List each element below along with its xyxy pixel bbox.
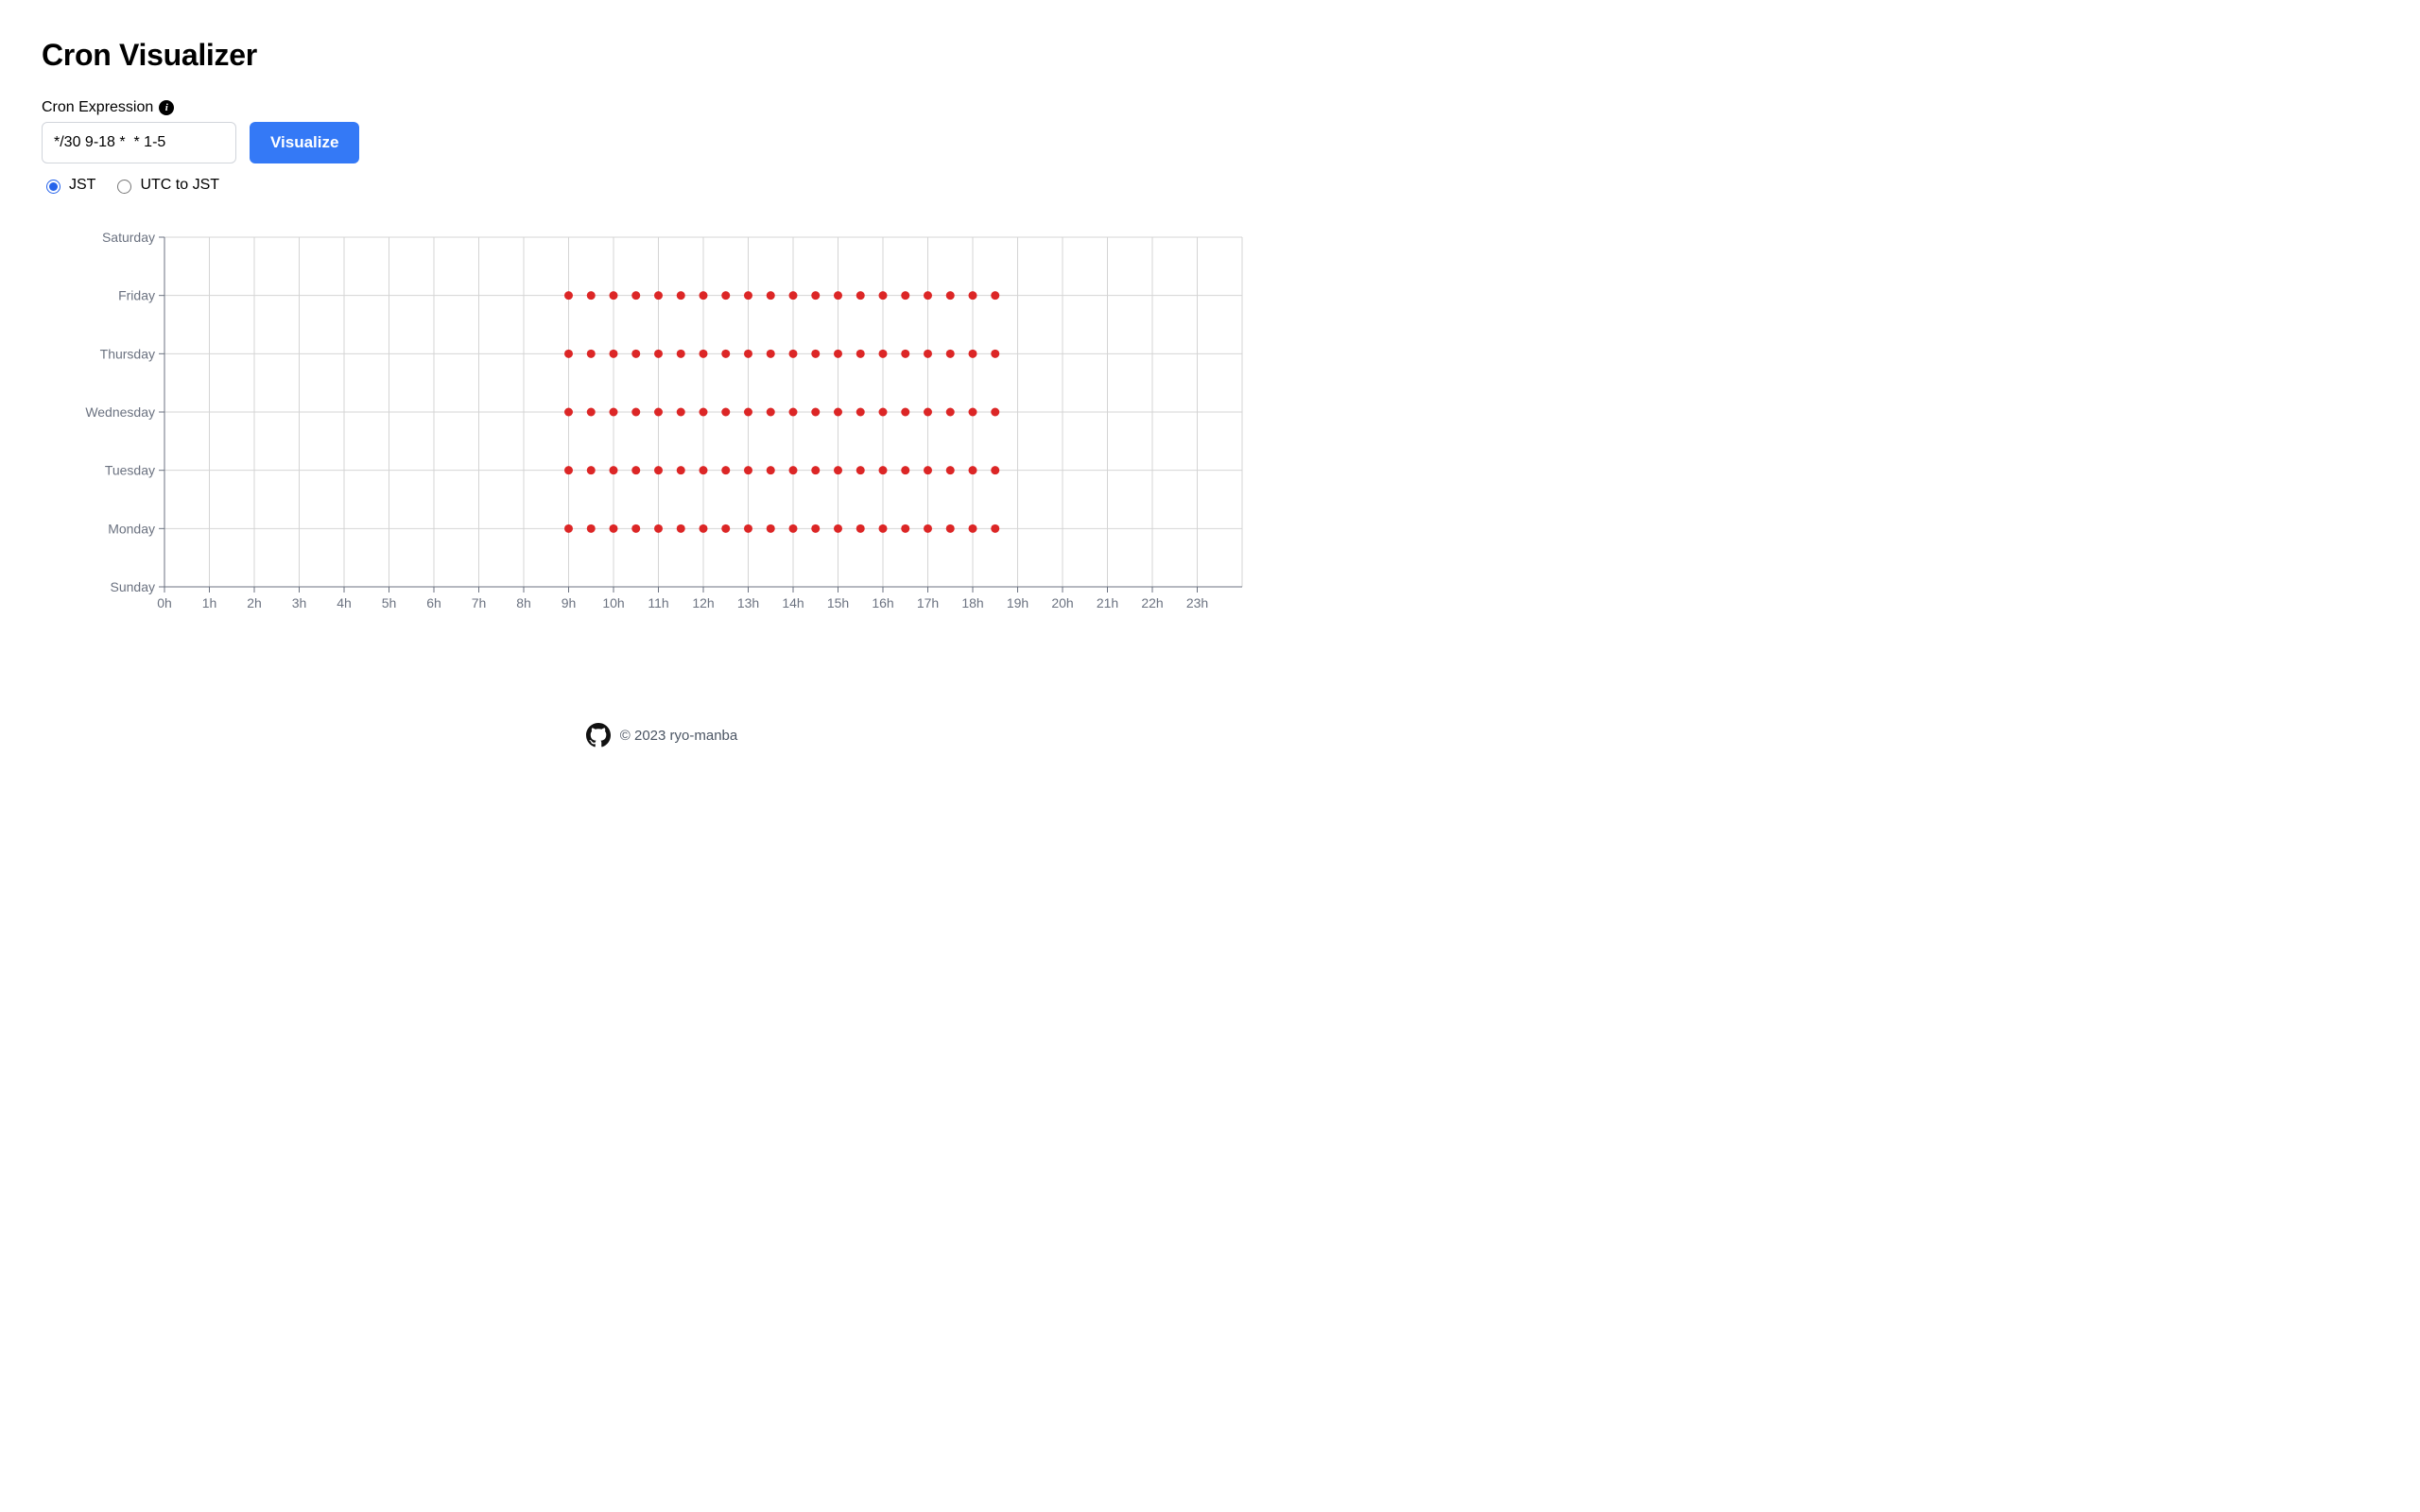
svg-text:16h: 16h [872, 595, 893, 610]
info-icon[interactable]: i [159, 100, 174, 115]
cron-label: Cron Expression [42, 99, 153, 116]
svg-text:Saturday: Saturday [102, 232, 155, 245]
svg-text:Monday: Monday [108, 521, 155, 536]
svg-text:0h: 0h [157, 595, 172, 610]
page-title: Cron Visualizer [42, 38, 1282, 73]
tz-radio-jst[interactable] [46, 180, 60, 194]
svg-text:6h: 6h [426, 595, 441, 610]
cron-form: Cron Expression i Visualize JST UTC to J… [42, 99, 1282, 194]
footer: © 2023 ryo-manba [42, 723, 1282, 747]
tz-label-utc: UTC to JST [140, 177, 219, 194]
svg-text:1h: 1h [202, 595, 217, 610]
svg-text:22h: 22h [1141, 595, 1163, 610]
svg-text:Thursday: Thursday [100, 346, 155, 361]
tz-option-utc-to-jst[interactable]: UTC to JST [112, 177, 219, 194]
svg-text:17h: 17h [917, 595, 939, 610]
svg-text:Wednesday: Wednesday [85, 404, 155, 420]
svg-text:11h: 11h [648, 595, 668, 610]
chart-svg: 0h 1h 2h 3h 4h 5h 6h 7h 8h 9h 10h 11h 12h 13h 14h 15h 16… [42, 232, 1252, 619]
svg-text:Sunday: Sunday [111, 579, 155, 594]
svg-text:8h: 8h [516, 595, 531, 610]
svg-text:14h: 14h [782, 595, 804, 610]
svg-text:20h: 20h [1051, 595, 1073, 610]
visualize-button[interactable]: Visualize [250, 122, 359, 163]
cron-chart: 0h 1h 2h 3h 4h 5h 6h 7h 8h 9h 10h 11h 12h 13h 14h 15h 16… [42, 232, 1282, 619]
svg-text:5h: 5h [382, 595, 397, 610]
svg-text:Tuesday: Tuesday [105, 463, 155, 478]
svg-text:4h: 4h [337, 595, 352, 610]
svg-text:21h: 21h [1097, 595, 1118, 610]
svg-text:18h: 18h [961, 595, 983, 610]
tz-option-jst[interactable]: JST [42, 177, 95, 194]
cron-input[interactable] [42, 122, 236, 163]
svg-text:10h: 10h [602, 595, 624, 610]
svg-text:7h: 7h [472, 595, 487, 610]
tz-label-jst: JST [69, 177, 95, 194]
svg-text:2h: 2h [247, 595, 262, 610]
footer-text: © 2023 ryo-manba [620, 728, 737, 744]
svg-text:Friday: Friday [118, 288, 155, 303]
svg-text:12h: 12h [692, 595, 714, 610]
svg-text:15h: 15h [827, 595, 849, 610]
timezone-radio-group: JST UTC to JST [42, 177, 1282, 194]
svg-text:13h: 13h [737, 595, 759, 610]
tz-radio-utc[interactable] [117, 180, 131, 194]
svg-text:9h: 9h [562, 595, 577, 610]
svg-text:23h: 23h [1186, 595, 1208, 610]
svg-text:19h: 19h [1007, 595, 1028, 610]
github-icon[interactable] [586, 723, 611, 747]
svg-text:3h: 3h [292, 595, 307, 610]
